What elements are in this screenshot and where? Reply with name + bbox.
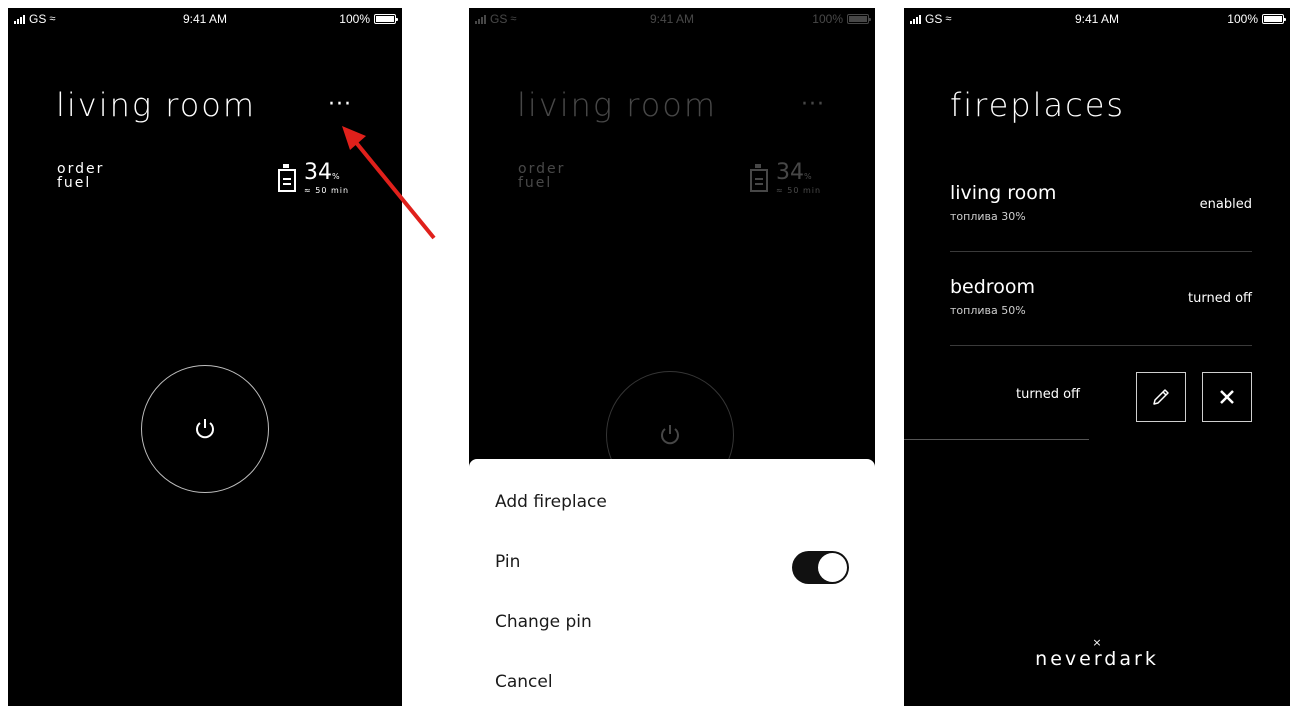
status-bar: GS ≈ 9:41 AM 100% bbox=[469, 8, 875, 30]
row-status: enabled bbox=[1199, 197, 1252, 212]
cancel-item[interactable]: Cancel bbox=[495, 672, 553, 692]
delete-button[interactable] bbox=[1202, 372, 1252, 422]
order-fuel-link[interactable]: order fuel bbox=[57, 162, 104, 190]
fuel-level: 34 % ≈ 50 min bbox=[750, 160, 840, 200]
more-button[interactable]: ··· bbox=[328, 92, 352, 117]
pencil-icon bbox=[1153, 389, 1169, 405]
swiped-row-status: turned off bbox=[1016, 387, 1080, 402]
action-sheet: Add fireplace Pin Change pin Cancel bbox=[469, 459, 875, 706]
page-title: living room bbox=[56, 86, 257, 124]
battery-percent: 100% bbox=[339, 12, 370, 26]
battery-icon bbox=[1262, 14, 1286, 24]
fuel-unit: % bbox=[332, 172, 340, 181]
swiped-row-divider bbox=[904, 439, 1089, 440]
toggle-knob bbox=[818, 553, 847, 582]
status-bar: GS ≈ 9:41 AM 100% bbox=[8, 8, 402, 30]
room-screen: GS ≈ 9:41 AM 100% living room ··· order … bbox=[8, 8, 402, 706]
pin-item[interactable]: Pin bbox=[495, 552, 520, 572]
brand-mark: × bbox=[1092, 636, 1102, 649]
list-item-living-room[interactable]: living room топлива 30% enabled bbox=[950, 182, 1252, 262]
pin-toggle[interactable] bbox=[792, 551, 849, 584]
fireplaces-screen: GS ≈ 9:41 AM 100% fireplaces living room… bbox=[904, 8, 1290, 706]
annotation-arrow bbox=[342, 126, 436, 240]
divider bbox=[950, 251, 1252, 252]
page-title: fireplaces bbox=[950, 86, 1126, 124]
battery-icon bbox=[374, 14, 398, 24]
close-icon bbox=[1220, 390, 1234, 404]
status-bar: GS ≈ 9:41 AM 100% bbox=[904, 8, 1290, 30]
row-status: turned off bbox=[1188, 291, 1252, 306]
fuel-canister-icon bbox=[750, 164, 768, 192]
power-icon bbox=[196, 419, 214, 439]
divider bbox=[950, 345, 1252, 346]
row-fuel: топлива 30% bbox=[950, 210, 1026, 223]
edit-button[interactable] bbox=[1136, 372, 1186, 422]
fuel-canister-icon bbox=[278, 164, 296, 192]
power-icon bbox=[661, 425, 679, 445]
row-name: bedroom bbox=[950, 276, 1035, 298]
row-fuel: топлива 50% bbox=[950, 304, 1026, 317]
power-button[interactable] bbox=[141, 365, 269, 493]
more-button: ··· bbox=[801, 92, 825, 117]
fuel-time-remaining: ≈ 50 min bbox=[776, 186, 822, 195]
fuel-unit: % bbox=[804, 172, 812, 181]
order-fuel-link: order fuel bbox=[518, 161, 566, 191]
change-pin-item[interactable]: Change pin bbox=[495, 612, 592, 632]
battery-icon bbox=[847, 14, 871, 24]
add-fireplace-item[interactable]: Add fireplace bbox=[495, 492, 607, 512]
fuel-percent: 34 bbox=[776, 160, 804, 185]
list-item-bedroom[interactable]: bedroom топлива 50% turned off bbox=[950, 276, 1252, 356]
brand-wordmark: neverdark bbox=[1035, 648, 1159, 670]
page-title: living room bbox=[517, 86, 718, 124]
battery-percent: 100% bbox=[812, 12, 843, 26]
room-screen-with-menu: GS ≈ 9:41 AM 100% living room ··· order … bbox=[469, 8, 875, 706]
brand-logo: × neverdark bbox=[904, 636, 1290, 670]
row-name: living room bbox=[950, 182, 1057, 204]
battery-percent: 100% bbox=[1227, 12, 1258, 26]
fuel-percent: 34 bbox=[304, 160, 332, 185]
